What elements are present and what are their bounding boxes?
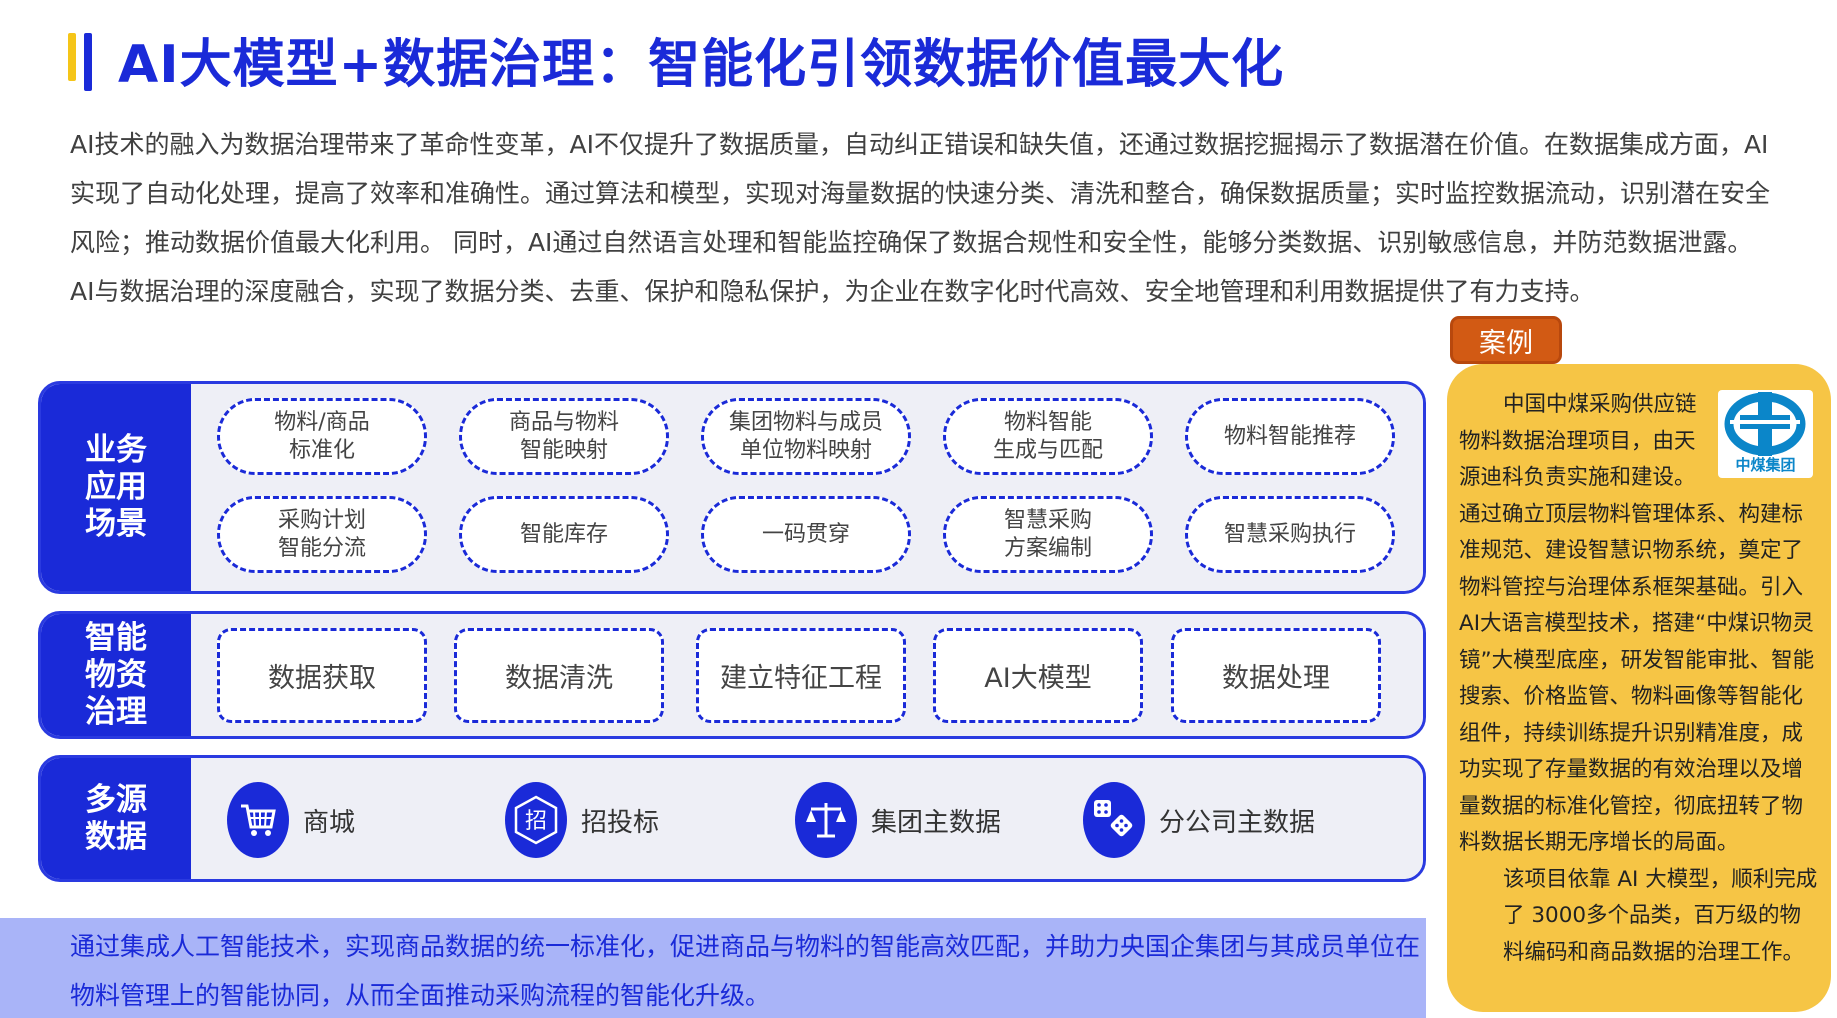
section-business-scenarios: 业务 应用 场景 物料/商品 标准化 商品与物料 智能映射 集团物料与成员 单位… [38, 381, 1426, 594]
scenario-pill: 物料智能推荐 [1185, 398, 1395, 475]
source-item-group-master-data: 集团主数据 [795, 780, 1001, 860]
case-result-paragraph: 该项目依靠 AI 大模型，顺利完成了 3000多个品类，百万级的物料编码和商品数… [1503, 866, 1818, 965]
scenario-pill: 商品与物料 智能映射 [459, 398, 669, 475]
case-intro-line: 源迪科负责实施和建设。 [1459, 465, 1696, 490]
section-header: 智能 物资 治理 [41, 614, 191, 736]
source-label: 招投标 [581, 807, 660, 838]
section-header: 业务 应用 场景 [41, 384, 191, 591]
dice-icon [1083, 782, 1145, 858]
section-material-governance: 智能 物资 治理 数据获取 数据清洗 建立特征工程 AI大模型 数据处理 [38, 611, 1426, 739]
title-accent-yellow [68, 33, 76, 81]
governance-step: 数据处理 [1171, 628, 1381, 723]
governance-step: 数据清洗 [454, 628, 664, 723]
case-text: 中国中煤采购供应链 物料数据治理项目，由天 源迪科负责实施和建设。 通过确立顶层… [1459, 387, 1821, 971]
bidding-icon: 招 [505, 782, 567, 858]
title-accent-blue [84, 33, 92, 91]
section-multi-source-data: 多源 数据 商城 招 招投标 集团主数据 分公司主数据 [38, 755, 1426, 882]
source-item-mall: 商城 [227, 780, 355, 860]
bidding-icon-glyph: 招 [525, 809, 547, 834]
scenario-pill: 一码贯穿 [701, 496, 911, 573]
case-tag: 案例 [1450, 316, 1562, 364]
section-body: 数据获取 数据清洗 建立特征工程 AI大模型 数据处理 [191, 614, 1423, 736]
scenario-pill: 智慧采购 方案编制 [943, 496, 1153, 573]
source-label: 分公司主数据 [1159, 807, 1316, 838]
scenario-pill: 采购计划 智能分流 [217, 496, 427, 573]
governance-step: 建立特征工程 [696, 628, 906, 723]
source-label: 集团主数据 [871, 807, 1002, 838]
scenario-pill: 智慧采购执行 [1185, 496, 1395, 573]
case-intro-line: 物料数据治理项目，由天 [1459, 428, 1696, 454]
case-intro-line: 中国中煤采购供应链 [1503, 392, 1697, 417]
scenario-pill: 智能库存 [459, 496, 669, 573]
page-title: AI大模型+数据治理：智能化引领数据价值最大化 [118, 35, 1285, 95]
section-header: 多源 数据 [41, 758, 191, 879]
scenario-pill: 集团物料与成员 单位物料映射 [701, 398, 911, 475]
governance-step: 数据获取 [217, 628, 427, 723]
shopping-cart-icon [227, 782, 289, 858]
governance-step: AI大模型 [933, 628, 1143, 723]
source-item-bidding: 招 招投标 [505, 780, 659, 860]
source-item-branch-master-data: 分公司主数据 [1083, 780, 1315, 860]
intro-paragraph: AI技术的融入为数据治理带来了革命性变革，AI不仅提升了数据质量，自动纠正错误和… [70, 130, 1771, 306]
scale-icon [795, 782, 857, 858]
case-detail-paragraph: 通过确立顶层物料管理体系、构建标准规范、建设智慧识物系统，奠定了物料管控与治理体… [1459, 501, 1815, 856]
summary-text: 通过集成人工智能技术，实现商品数据的统一标准化，促进商品与物料的智能高效匹配，并… [70, 932, 1421, 1010]
section-body: 商城 招 招投标 集团主数据 分公司主数据 [191, 758, 1423, 879]
section-body: 物料/商品 标准化 商品与物料 智能映射 集团物料与成员 单位物料映射 物料智能… [191, 384, 1423, 591]
source-label: 商城 [303, 807, 356, 838]
scenario-pill: 物料智能 生成与匹配 [943, 398, 1153, 475]
scenario-pill: 物料/商品 标准化 [217, 398, 427, 475]
